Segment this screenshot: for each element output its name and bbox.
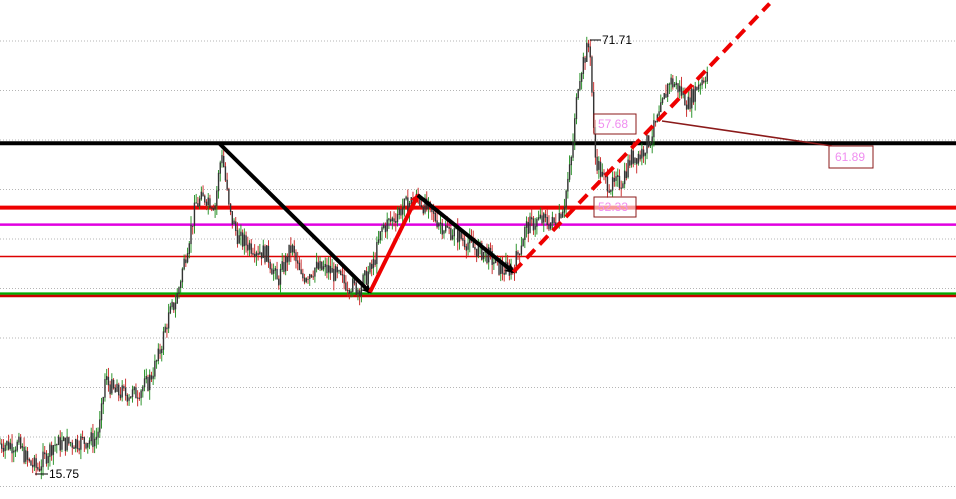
swing-lines <box>218 2 772 294</box>
grid-lines <box>0 40 956 487</box>
upper-price-label: 57.68 <box>598 117 628 131</box>
projection-dashed-line <box>511 2 772 274</box>
price-chart: 71.71 15.75 57.68 52.33 61.89 <box>0 2 956 487</box>
swing-arrow <box>218 142 372 294</box>
low-label: 15.75 <box>49 467 79 481</box>
lower-price-label: 52.33 <box>598 200 628 214</box>
high-label: 71.71 <box>602 33 632 47</box>
horizontal-levels <box>0 141 956 298</box>
target-price-label: 61.89 <box>835 150 865 164</box>
price-series <box>0 36 708 480</box>
